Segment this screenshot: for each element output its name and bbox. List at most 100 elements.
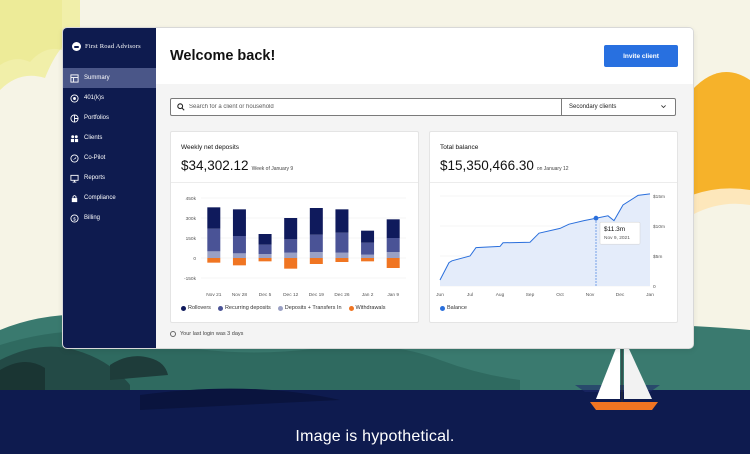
billing-icon: $: [70, 213, 79, 223]
card-title: Total balance: [440, 144, 479, 151]
total-balance-chart: $15m $10m $5m 0 Jun Jul Aug Sep Oct Nov Dec Jan $11.…: [436, 193, 665, 298]
sidebar: First Road Advisors Summary 401(k)s Port…: [63, 28, 156, 348]
legend-recurring-deposits: Recurring deposits: [217, 305, 271, 311]
sidebar-item-copilot[interactable]: Co-Pilot: [63, 148, 156, 168]
bar-segment: [258, 244, 272, 254]
card-divider: [430, 182, 677, 183]
bar-segment: [335, 209, 349, 233]
legend-dot: [440, 305, 445, 311]
bar-segment: [309, 252, 323, 258]
bar-segment: [386, 238, 400, 252]
bar-segment: [232, 236, 246, 254]
sidebar-item-billing[interactable]: $ Billing: [63, 208, 156, 228]
annotation-point: [593, 215, 599, 221]
bar-segment: [309, 258, 323, 264]
bar-segment: [207, 251, 221, 258]
bar-segment: [309, 208, 323, 235]
search-divider: [561, 99, 562, 115]
y-tick-label: 0: [653, 284, 656, 290]
card-value: $15,350,466.30 on January 12: [440, 158, 569, 173]
x-tick-label: Dec 5: [259, 292, 272, 298]
deposits-subtitle: Week of January 9: [251, 166, 294, 172]
x-tick-label: Dec 12: [283, 292, 299, 298]
last-login-note: Your last login was 3 days: [170, 331, 243, 337]
bar-segment: [232, 258, 246, 266]
card-title: Weekly net deposits: [181, 144, 240, 151]
x-tick-label: Aug: [496, 292, 505, 298]
summary-icon: [70, 73, 79, 83]
bar-segment: [258, 234, 272, 245]
total-balance-card: Total balance $15,350,466.30 on January 1…: [429, 131, 678, 323]
brand-logo-icon: [72, 42, 81, 51]
bar-segment: [361, 230, 375, 243]
brand[interactable]: First Road Advisors: [72, 42, 141, 51]
bar-segment: [361, 258, 375, 262]
legend-label: Deposits + Transfers In: [284, 305, 342, 311]
client-filter-value: Secondary clients: [569, 104, 617, 110]
sidebar-item-summary[interactable]: Summary: [63, 68, 156, 88]
bar-segment: [284, 252, 298, 258]
clients-icon: [70, 134, 79, 143]
brand-name: First Road Advisors: [85, 43, 141, 50]
reports-icon: [70, 174, 79, 183]
x-tick-label: Jun: [436, 292, 444, 298]
bar-segment: [258, 258, 272, 262]
search-bar: Secondary clients: [170, 98, 676, 116]
sidebar-item-label: Clients: [84, 135, 103, 141]
sidebar-item-label: Co-Pilot: [84, 155, 106, 161]
sidebar-item-compliance[interactable]: Compliance: [63, 188, 156, 208]
sidebar-item-reports[interactable]: Reports: [63, 168, 156, 188]
bar-segment: [309, 234, 323, 252]
401k-icon: [70, 93, 79, 103]
sidebar-item-label: 401(k)s: [84, 95, 105, 101]
sidebar-item-portfolios[interactable]: Portfolios: [63, 108, 156, 128]
deposits-legend: Rollovers Recurring deposits Deposits + …: [181, 305, 385, 311]
header: Welcome back! Invite client: [156, 28, 693, 84]
x-tick-label: Jan 2: [362, 292, 374, 298]
search-icon: [177, 103, 185, 111]
y-tick-label: -150k: [184, 276, 197, 282]
card-value: $34,302.12 Week of January 9: [181, 158, 293, 173]
x-tick-label: Dec 26: [334, 292, 350, 298]
balance-subtitle: on January 12: [536, 166, 569, 172]
sidebar-item-401ks[interactable]: 401(k)s: [63, 88, 156, 108]
legend-dot: [348, 305, 354, 311]
sidebar-item-clients[interactable]: Clients: [63, 128, 156, 148]
compliance-icon: [70, 194, 79, 203]
legend-label: Withdrawals: [355, 305, 386, 311]
x-tick-label: Nov 28: [232, 292, 248, 298]
chevron-down-icon: [661, 105, 666, 109]
y-tick-label: 0: [193, 256, 196, 262]
legend-balance: Balance: [440, 305, 467, 311]
legend-withdrawals: Withdrawals: [348, 305, 386, 311]
main-content: Welcome back! Invite client Secondary cl…: [156, 28, 693, 348]
svg-text:$: $: [73, 216, 76, 222]
sidebar-item-label: Reports: [84, 175, 106, 181]
x-tick-label: Nov 21: [206, 292, 222, 298]
bar-segment: [335, 232, 349, 253]
sidebar-nav: Summary 401(k)s Portfolios Clients Co-Pi…: [63, 68, 156, 228]
bar-segment: [361, 242, 375, 255]
bar-segment: [284, 218, 298, 240]
bar-segment: [361, 254, 375, 258]
annotation-date: Nov 9, 2021: [604, 235, 630, 241]
y-tick-label: 300k: [186, 216, 197, 222]
y-tick-label: 450k: [186, 196, 197, 202]
bar-segment: [335, 252, 349, 258]
bar-segment: [232, 209, 246, 236]
x-tick-label: Dec 19: [309, 292, 325, 298]
x-tick-label: Jul: [467, 292, 473, 298]
deposits-value: $34,302.12: [181, 158, 249, 173]
invite-client-button[interactable]: Invite client: [604, 45, 678, 67]
copilot-icon: [70, 153, 79, 163]
y-tick-label: $5m: [653, 254, 662, 260]
client-filter-select[interactable]: Secondary clients: [569, 99, 675, 115]
legend-label: Rollovers: [188, 305, 211, 311]
search-input[interactable]: [189, 99, 559, 115]
bar-segment: [207, 228, 221, 252]
legend-deposits-transfers: Deposits + Transfers In: [277, 305, 342, 311]
weekly-deposits-card: Weekly net deposits $34,302.12 Week of Ja…: [170, 131, 419, 323]
balance-legend: Balance: [440, 305, 467, 311]
x-tick-label: Sep: [526, 292, 535, 298]
annotation-value: $11.3m: [604, 226, 625, 233]
